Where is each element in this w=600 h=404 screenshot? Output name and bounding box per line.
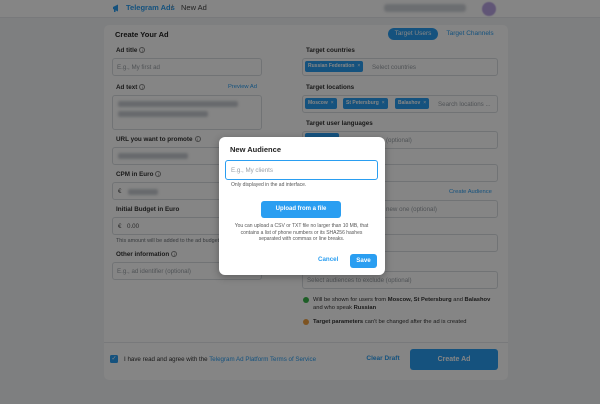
audience-name-hint: Only displayed in the ad interface. (231, 182, 307, 188)
upload-description: You can upload a CSV or TXT file no larg… (234, 223, 369, 243)
cancel-button[interactable]: Cancel (318, 256, 338, 263)
new-audience-modal: New Audience Only displayed in the ad in… (219, 137, 385, 275)
upload-file-button[interactable]: Upload from a file (261, 201, 341, 218)
audience-name-input[interactable] (225, 160, 378, 180)
modal-title: New Audience (230, 145, 281, 154)
save-button[interactable]: Save (350, 254, 377, 268)
